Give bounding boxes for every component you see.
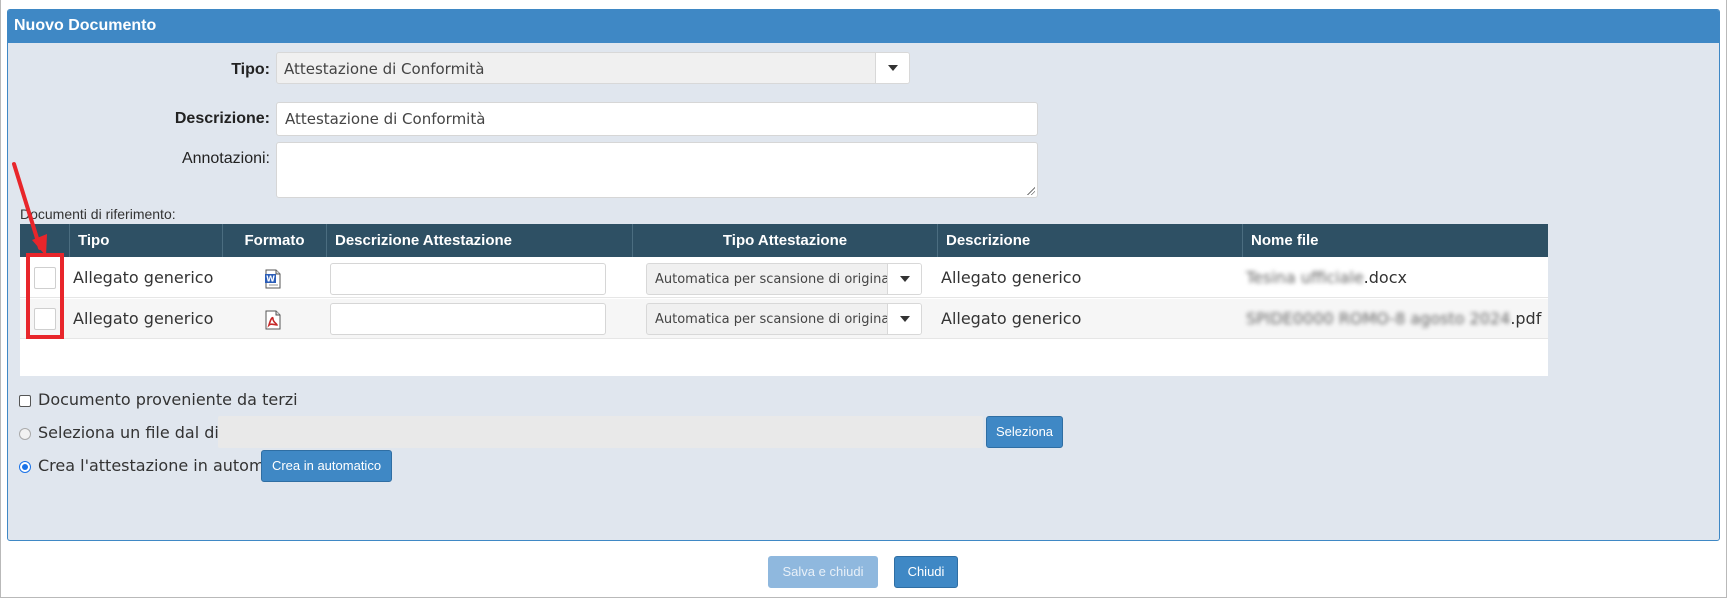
file-path-input[interactable] bbox=[218, 416, 983, 448]
crea-auto-radio[interactable] bbox=[19, 461, 31, 473]
new-document-panel: Nuovo Documento Tipo: Attestazione di Co… bbox=[7, 9, 1720, 541]
annotazioni-label: Annotazioni: bbox=[181, 150, 270, 167]
tipo-attestazione-value: Automatica per scansione di originale bbox=[655, 312, 901, 327]
highlight-box bbox=[26, 253, 64, 339]
tipo-label: Tipo: bbox=[231, 61, 270, 78]
file-extension: .docx bbox=[1363, 268, 1407, 287]
tipo-attestazione-select[interactable]: Automatica per scansione di originale bbox=[646, 263, 922, 295]
col-header-descrizione: Descrizione bbox=[937, 224, 1242, 257]
chevron-down-icon bbox=[887, 65, 898, 71]
col-header-tipo: Tipo bbox=[69, 224, 222, 257]
panel-title: Nuovo Documento bbox=[8, 10, 1719, 43]
terzi-checkbox[interactable] bbox=[19, 395, 31, 407]
tipo-dropdown-toggle[interactable] bbox=[875, 53, 909, 83]
descrizione-input[interactable]: Attestazione di Conformità bbox=[276, 102, 1038, 136]
word-doc-icon: W bbox=[264, 258, 282, 298]
crea-automatico-button[interactable]: Crea in automatico bbox=[261, 450, 392, 482]
col-header-formato: Formato bbox=[222, 224, 326, 257]
tipo-attestazione-value: Automatica per scansione di originale bbox=[655, 272, 901, 287]
seleziona-button[interactable]: Seleziona bbox=[986, 416, 1063, 448]
save-close-button[interactable]: Salva e chiudi bbox=[768, 556, 878, 588]
seleziona-file-radio[interactable] bbox=[19, 428, 31, 440]
row-nome-file: Tesina ufficiale.docx bbox=[1246, 258, 1407, 298]
annotation-arrow-icon bbox=[12, 162, 47, 256]
col-header-tipo-attestazione: Tipo Attestazione bbox=[632, 224, 937, 257]
tipo-attestazione-toggle[interactable] bbox=[887, 264, 921, 294]
table-header: Tipo Formato Descrizione Attestazione Ti… bbox=[20, 224, 1548, 257]
row-descrizione: Allegato generico bbox=[941, 309, 1082, 328]
annotazioni-textarea[interactable] bbox=[276, 142, 1038, 198]
close-button[interactable]: Chiudi bbox=[894, 556, 958, 588]
pdf-doc-icon bbox=[264, 299, 282, 339]
resize-handle-icon[interactable] bbox=[1026, 186, 1035, 195]
col-header-descrizione-attestazione: Descrizione Attestazione bbox=[326, 224, 632, 257]
row-descrizione: Allegato generico bbox=[941, 268, 1082, 287]
file-extension: .pdf bbox=[1510, 309, 1542, 328]
descrizione-attestazione-input[interactable] bbox=[330, 303, 606, 335]
descrizione-attestazione-input[interactable] bbox=[330, 263, 606, 295]
tipo-attestazione-select[interactable]: Automatica per scansione di originale bbox=[646, 303, 922, 335]
terzi-label: Documento proveniente da terzi bbox=[38, 390, 298, 409]
blurred-filename: Tesina ufficiale bbox=[1246, 268, 1364, 287]
tipo-select[interactable]: Attestazione di Conformità bbox=[276, 52, 910, 84]
tipo-select-value: Attestazione di Conformità bbox=[284, 60, 485, 78]
row-tipo: Allegato generico bbox=[73, 309, 214, 328]
chevron-down-icon bbox=[899, 316, 910, 322]
col-header-nome-file: Nome file bbox=[1242, 224, 1548, 257]
table-row: Allegato generico Automatica per scansio… bbox=[20, 299, 1548, 339]
blurred-filename: SPIDE0000 ROMO-8 agosto 2024 bbox=[1246, 309, 1511, 328]
chevron-down-icon bbox=[899, 276, 910, 282]
row-nome-file: SPIDE0000 ROMO-8 agosto 2024.pdf bbox=[1246, 299, 1541, 339]
descrizione-label: Descrizione: bbox=[174, 110, 270, 127]
table-row: Allegato generico W Automatica per scans… bbox=[20, 258, 1548, 298]
row-tipo: Allegato generico bbox=[73, 268, 214, 287]
references-table: Tipo Formato Descrizione Attestazione Ti… bbox=[20, 224, 1548, 376]
tipo-attestazione-toggle[interactable] bbox=[887, 304, 921, 334]
svg-text:W: W bbox=[266, 275, 275, 284]
